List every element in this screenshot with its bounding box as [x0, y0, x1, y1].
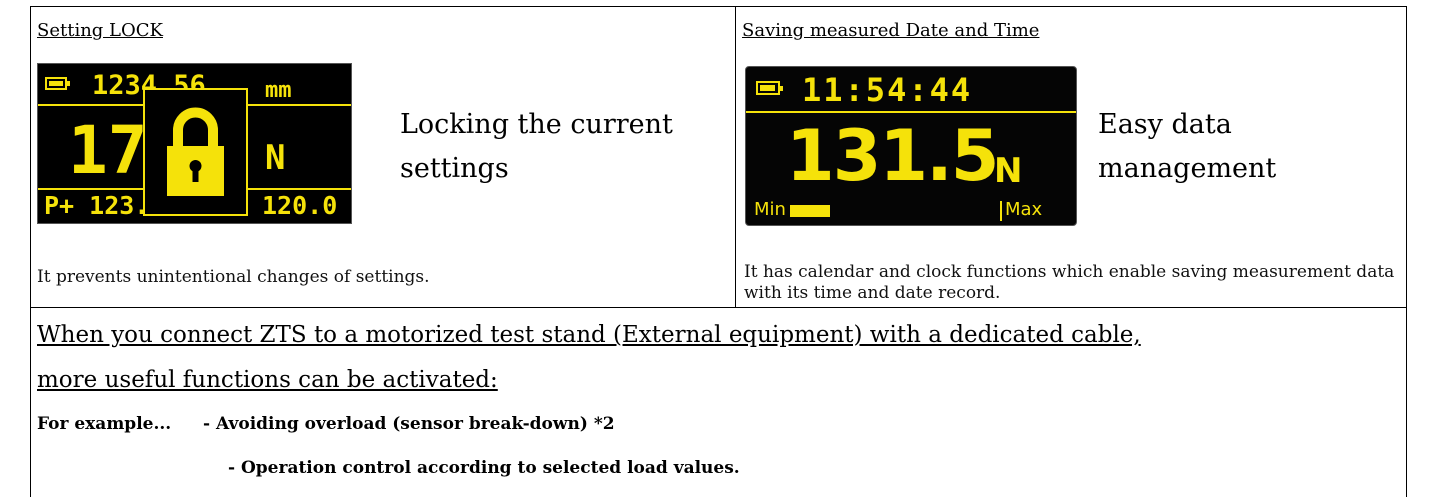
- lock-section-title: Setting LOCK: [37, 20, 163, 41]
- datetime-caption: Easy data management: [1098, 109, 1277, 184]
- datetime-main-value: 131.5: [786, 115, 999, 197]
- lock-overlay-box: [143, 88, 248, 216]
- display-divider: [746, 111, 1076, 113]
- datetime-clock: 11:54:44: [802, 71, 973, 109]
- min-label: Min: [754, 199, 786, 220]
- max-marker: [1000, 201, 1002, 221]
- battery-icon: [45, 77, 70, 90]
- lock-top-unit: mm: [265, 78, 292, 103]
- datetime-display-screen: 11:54:44 131.5 N Min Max: [745, 66, 1077, 226]
- document-page: Setting LOCK 1234.56 mm 17 N P+ 123.4 12…: [0, 0, 1436, 497]
- datetime-section-title: Saving measured Date and Time: [742, 20, 1040, 41]
- datetime-description: It has calendar and clock functions whic…: [744, 262, 1395, 303]
- example-item-1: - Avoiding overload (sensor break-down) …: [203, 414, 615, 434]
- lock-description: It prevents unintentional changes of set…: [37, 267, 430, 287]
- example-item-2: - Operation control according to selecte…: [228, 458, 740, 478]
- lock-bottom-right: 120.0: [262, 191, 338, 220]
- load-bar: [790, 205, 992, 217]
- max-label: Max: [1005, 199, 1043, 220]
- lock-caption: Locking the current settings: [400, 109, 673, 184]
- load-bar-fill: [790, 205, 831, 217]
- datetime-main-unit: N: [994, 151, 1023, 191]
- lock-main-unit: N: [265, 138, 286, 178]
- battery-icon: [756, 81, 783, 95]
- lock-main-value: 17: [68, 112, 148, 189]
- banner-line-1: When you connect ZTS to a motorized test…: [37, 322, 1141, 348]
- example-lead: For example...: [37, 414, 172, 434]
- lock-icon: [167, 107, 224, 196]
- banner-line-2: more useful functions can be activated:: [37, 367, 498, 393]
- lock-display-screen: 1234.56 mm 17 N P+ 123.4 120.0: [37, 63, 352, 224]
